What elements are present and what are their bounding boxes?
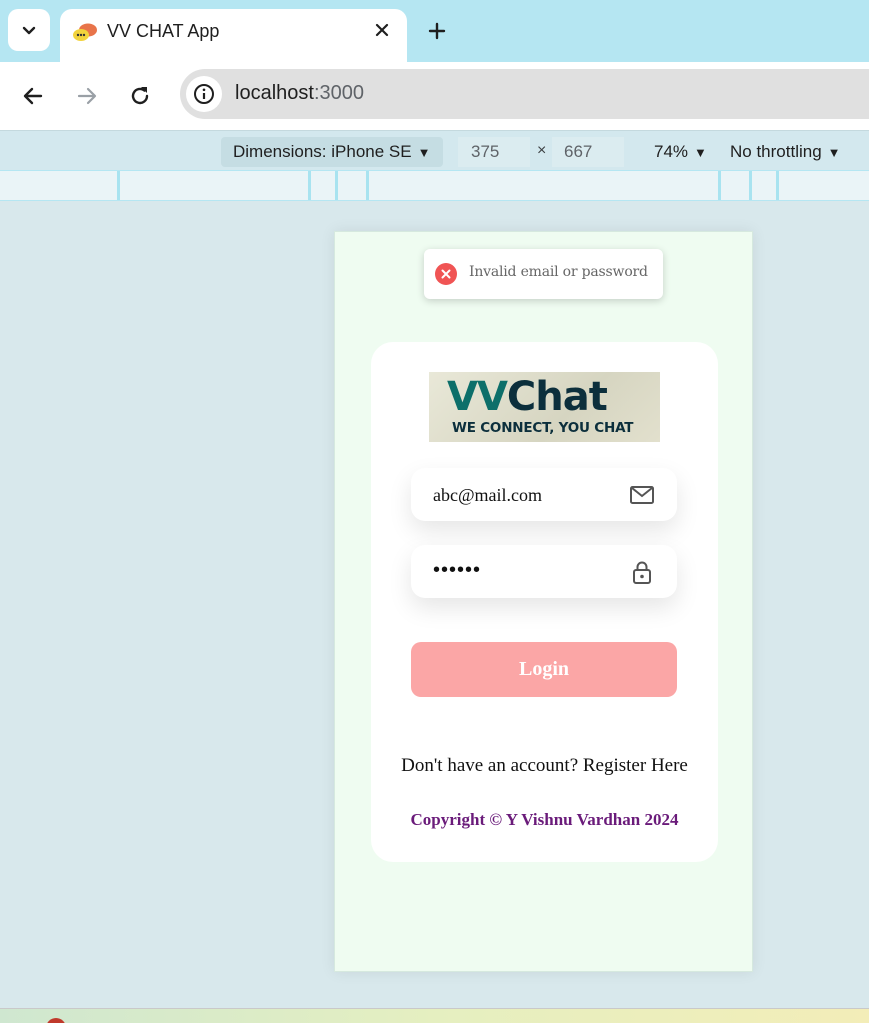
- device-viewport: Invalid email or password VVChat WE CONN…: [334, 231, 753, 972]
- reload-icon: [131, 87, 149, 105]
- toast-message: Invalid email or password: [469, 264, 648, 280]
- back-button[interactable]: [17, 80, 49, 112]
- tab-search-button[interactable]: [8, 9, 50, 51]
- arrow-right-icon: [77, 87, 97, 105]
- new-tab-button[interactable]: [424, 18, 450, 44]
- reload-button[interactable]: [124, 80, 156, 112]
- ruler-mark[interactable]: [335, 171, 338, 200]
- browser-tab[interactable]: VV CHAT App: [60, 9, 407, 62]
- zoom-label: 74%: [654, 142, 689, 161]
- ruler-mark[interactable]: [308, 171, 311, 200]
- info-icon: [194, 84, 214, 104]
- close-tab-button[interactable]: [371, 19, 393, 41]
- url-host: localhost: [235, 82, 314, 104]
- chevron-down-icon: [22, 26, 36, 35]
- address-bar[interactable]: localhost:3000: [180, 69, 869, 119]
- logo-tagline: WE CONNECT, YOU CHAT: [452, 420, 634, 436]
- throttling-label: No throttling: [730, 142, 822, 161]
- login-card: VVChat WE CONNECT, YOU CHAT abc@mail.com…: [371, 342, 718, 862]
- ruler-mark[interactable]: [749, 171, 752, 200]
- chat-bubbles-icon: [73, 23, 97, 41]
- throttling-dropdown[interactable]: No throttling ▼: [730, 142, 841, 162]
- site-info-button[interactable]: [186, 76, 222, 112]
- logo-vv: VV: [447, 374, 508, 420]
- vvchat-logo: VVChat WE CONNECT, YOU CHAT: [429, 372, 660, 442]
- tab-strip: VV CHAT App: [0, 0, 869, 62]
- close-icon: [375, 23, 389, 37]
- caret-down-icon: ▼: [694, 145, 707, 160]
- app-icon[interactable]: [46, 1018, 66, 1023]
- password-value: ••••••: [433, 559, 482, 581]
- caret-down-icon: ▼: [827, 145, 841, 160]
- width-input[interactable]: 375: [458, 137, 530, 167]
- times-sign: ×: [537, 142, 547, 159]
- url-port: :3000: [313, 82, 364, 104]
- caret-down-icon: ▼: [417, 145, 431, 160]
- forward-button[interactable]: [71, 80, 103, 112]
- mail-icon: [630, 486, 654, 504]
- height-input[interactable]: 667: [552, 137, 624, 167]
- taskbar-edge: [0, 1008, 869, 1023]
- logo-wordmark: VVChat: [447, 374, 608, 420]
- ruler-mark[interactable]: [366, 171, 369, 200]
- login-button[interactable]: Login: [411, 642, 677, 697]
- url-text: localhost:3000: [235, 82, 364, 105]
- lock-icon: [633, 561, 651, 584]
- plus-icon: [428, 22, 446, 40]
- device-toolbar: Dimensions: iPhone SE ▼ 375 × 667 74% ▼ No…: [0, 130, 869, 170]
- ruler-mark[interactable]: [718, 171, 721, 200]
- ruler-mark[interactable]: [117, 171, 120, 200]
- copyright-text: Copyright © Y Vishnu Vardhan 2024: [410, 810, 679, 829]
- dimensions-label: Dimensions: iPhone SE: [233, 142, 412, 161]
- dimensions-dropdown[interactable]: Dimensions: iPhone SE ▼: [221, 137, 443, 167]
- register-link[interactable]: Don't have an account? Register Here: [371, 755, 718, 777]
- error-toast[interactable]: Invalid email or password: [424, 249, 663, 299]
- browser-toolbar: localhost:3000: [0, 62, 869, 130]
- arrow-left-icon: [23, 87, 43, 105]
- zoom-dropdown[interactable]: 74% ▼: [654, 142, 707, 162]
- media-query-ruler: [0, 170, 869, 201]
- password-field[interactable]: ••••••: [411, 545, 677, 598]
- tab-title: VV CHAT App: [107, 21, 220, 41]
- email-value: abc@mail.com: [433, 485, 543, 505]
- logo-chat: Chat: [506, 374, 608, 420]
- ruler-mark[interactable]: [776, 171, 779, 200]
- email-field[interactable]: abc@mail.com: [411, 468, 677, 521]
- error-icon: [435, 263, 457, 285]
